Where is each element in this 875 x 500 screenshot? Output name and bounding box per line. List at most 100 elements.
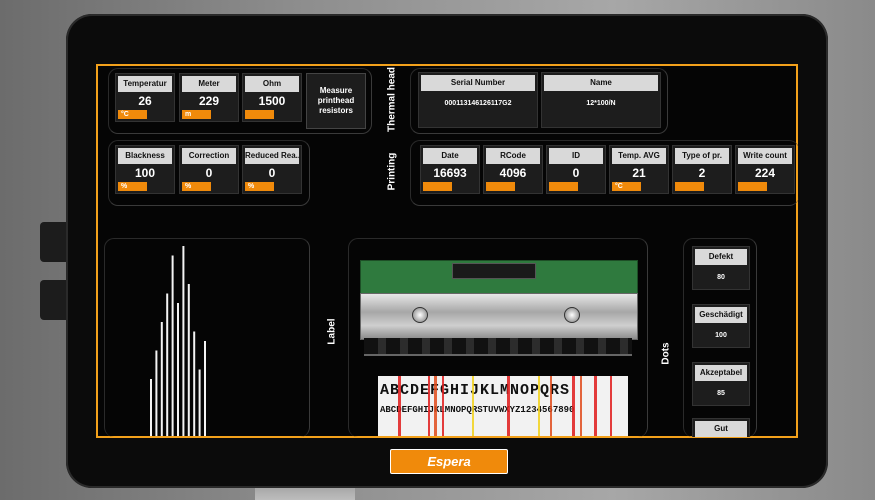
id-label: ID (549, 148, 603, 164)
measure-resistors-label: Measure printhead resistors (317, 86, 355, 115)
measure-resistors-button[interactable]: Measure printhead resistors (306, 73, 366, 129)
screw-right-icon (564, 307, 580, 323)
defect-line (538, 376, 540, 436)
meter-label: Meter (182, 76, 236, 92)
dot-defekt-value: 80 (717, 274, 725, 281)
dot-gut-cell[interactable]: Gut (692, 418, 750, 437)
name-label: Name (544, 75, 658, 91)
serial-number-label: Serial Number (421, 75, 535, 91)
histogram-bar (182, 246, 185, 436)
defect-lines-overlay (398, 376, 612, 436)
write-count-cell: Write count 224 (735, 145, 795, 194)
histogram-bar (193, 331, 196, 436)
dot-akzeptabel-cell[interactable]: Akzeptabel 85 (692, 362, 750, 406)
ohm-cell: Ohm 1500 (242, 73, 302, 122)
blackness-unit: % (118, 182, 147, 191)
histogram-bar (155, 350, 158, 436)
print-strip (364, 338, 632, 356)
type-of-pr-cell: Type of pr. 2 (672, 145, 732, 194)
temp-avg-unit: °C (612, 182, 641, 191)
temperature-cell: Temperatur 26 °C (115, 73, 175, 122)
rcode-unit (486, 182, 515, 191)
meter-unit: m (182, 110, 211, 119)
defect-line (580, 376, 582, 436)
dot-gut-label: Gut (695, 421, 747, 437)
histogram-bar (204, 341, 206, 436)
ohm-label: Ohm (245, 76, 299, 92)
reduced-rea-unit: % (245, 182, 274, 191)
temperature-value: 26 (138, 94, 152, 108)
temp-avg-value: 21 (632, 166, 646, 180)
blackness-cell[interactable]: Blackness 100 % (115, 145, 175, 194)
printing-section-label: Printing (386, 152, 398, 191)
type-of-pr-unit (675, 182, 704, 191)
write-count-unit (738, 182, 767, 191)
blackness-label: Blackness (118, 148, 172, 164)
defect-line (572, 376, 575, 436)
date-label: Date (423, 148, 477, 164)
histogram-chart (150, 246, 206, 436)
dot-geschaedigt-cell[interactable]: Geschädigt 100 (692, 304, 750, 348)
date-cell: Date 16693 (420, 145, 480, 194)
ohm-value: 1500 (258, 94, 286, 108)
correction-value: 0 (205, 166, 213, 180)
meter-value: 229 (198, 94, 220, 108)
blackness-value: 100 (134, 166, 156, 180)
dots-section-label: Dots (660, 342, 672, 365)
name-box: Name 12*100/N (541, 72, 661, 128)
printed-label-sample: ABCDEFGHIJKLMNOPQRS ABCDEFGHIJKLMNOPQRST… (378, 376, 628, 436)
serial-number-value: 000113146126117G2 (444, 100, 512, 107)
defect-line (398, 376, 401, 436)
reduced-rea-cell[interactable]: Reduced Rea... 0 % (242, 145, 302, 194)
ohm-unit (245, 110, 274, 119)
dot-geschaedigt-label: Geschädigt (695, 307, 747, 323)
defect-line (594, 376, 597, 436)
histogram-bar (171, 255, 174, 436)
histogram-bar (198, 369, 201, 436)
histogram-bar (177, 303, 179, 436)
defect-line (610, 376, 612, 436)
defect-line (550, 376, 552, 436)
rcode-value: 4096 (499, 166, 527, 180)
defect-line (472, 376, 474, 436)
temperature-label: Temperatur (118, 76, 172, 92)
meter-cell: Meter 229 m (179, 73, 239, 122)
dot-defekt-cell[interactable]: Defekt 80 (692, 246, 750, 290)
type-of-pr-value: 2 (698, 166, 706, 180)
reduced-rea-value: 0 (268, 166, 276, 180)
serial-number-box: Serial Number 000113146126117G2 (418, 72, 538, 128)
histogram-bar (187, 284, 190, 436)
correction-label: Correction (182, 148, 236, 164)
name-value: 12*100/N (586, 100, 616, 107)
histogram-bar (160, 322, 163, 436)
printhead-image (360, 245, 638, 370)
metal-plate (360, 293, 638, 340)
dot-akzeptabel-label: Akzeptabel (695, 365, 747, 381)
reduced-rea-label: Reduced Rea... (245, 148, 299, 164)
temperature-unit: °C (118, 110, 147, 119)
dot-akzeptabel-value: 85 (717, 390, 725, 397)
id-unit (549, 182, 578, 191)
temp-avg-cell: Temp. AVG 21 °C (609, 145, 669, 194)
write-count-value: 224 (754, 166, 776, 180)
rcode-label: RCode (486, 148, 540, 164)
histogram-bar (166, 293, 169, 436)
thermal-head-section-label: Thermal head (386, 66, 398, 133)
dot-geschaedigt-value: 100 (715, 332, 727, 339)
temp-avg-label: Temp. AVG (612, 148, 666, 164)
defect-line (507, 376, 510, 436)
defect-line (442, 376, 444, 436)
screw-left-icon (412, 307, 428, 323)
defect-line (434, 376, 437, 436)
write-count-label: Write count (738, 148, 792, 164)
label-section-label: Label (326, 318, 338, 345)
correction-cell[interactable]: Correction 0 % (179, 145, 239, 194)
defect-line (428, 376, 430, 436)
connector (452, 263, 536, 279)
id-cell: ID 0 (546, 145, 606, 194)
histogram-bar (150, 379, 152, 436)
id-value: 0 (572, 166, 580, 180)
rcode-cell: RCode 4096 (483, 145, 543, 194)
date-unit (423, 182, 452, 191)
date-value: 16693 (433, 166, 467, 180)
